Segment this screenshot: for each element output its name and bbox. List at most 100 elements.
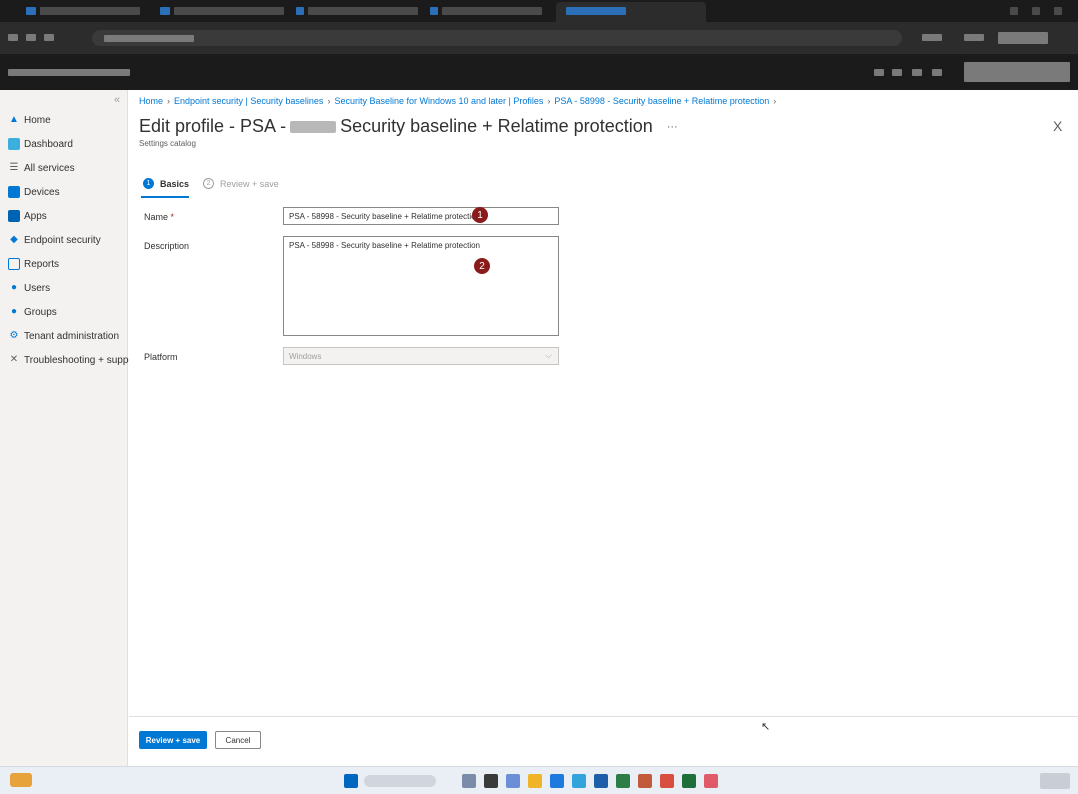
breadcrumb-separator: › (773, 96, 777, 106)
home-icon: ▲ (9, 114, 19, 125)
taskbar-app-icon[interactable] (550, 774, 564, 788)
step-number-basics: 1 (143, 178, 154, 189)
notifications-icon[interactable] (874, 69, 884, 76)
page-title-prefix: Edit profile - PSA - (139, 116, 287, 136)
nav-item-label: Home (24, 114, 51, 126)
browser-address-bar (0, 22, 1078, 54)
breadcrumb-link[interactable]: Security Baseline for Windows 10 and lat… (334, 96, 543, 106)
tab-review-save[interactable]: Review + save (220, 179, 279, 189)
taskbar-app-icon[interactable] (462, 774, 476, 788)
help-icon[interactable] (912, 69, 922, 76)
redacted-text (290, 120, 337, 133)
taskbar-app-icon[interactable] (484, 774, 498, 788)
nav-item-home[interactable]: ▲ Home (8, 110, 51, 130)
nav-item-label: Devices (24, 186, 60, 198)
name-label-text: Name (144, 212, 169, 222)
breadcrumb-separator: › (327, 96, 331, 106)
step-number-review: 2 (203, 178, 215, 189)
url-text (104, 35, 194, 42)
nav-item-troubleshooting[interactable]: ✕ Troubleshooting + support (8, 350, 140, 370)
tab-favicon (160, 7, 170, 15)
profile-button[interactable] (998, 32, 1048, 44)
nav-item-tenant-administration[interactable]: ⚙ Tenant administration (8, 326, 120, 346)
review-save-button[interactable]: Review + save (139, 731, 207, 749)
devices-icon (8, 186, 20, 198)
url-field[interactable] (92, 30, 902, 46)
page-title: Edit profile - PSA - Security baseline +… (139, 116, 678, 137)
nav-item-label: Apps (24, 210, 47, 222)
back-icon[interactable] (8, 34, 18, 41)
nav-item-apps[interactable]: Apps (8, 206, 47, 226)
taskbar-clock[interactable] (1040, 773, 1070, 789)
taskbar-app-icon[interactable] (528, 774, 542, 788)
groups-icon: ● (10, 306, 18, 317)
weather-widget-icon[interactable] (10, 773, 32, 787)
feedback-icon[interactable] (932, 69, 942, 76)
nav-item-label: All services (24, 162, 75, 174)
nav-item-dashboard[interactable]: Dashboard (8, 134, 73, 154)
main-content: Home › Endpoint security | Security baseli… (129, 90, 1078, 766)
description-field[interactable]: PSA - 58998 - Security baseline + Relati… (283, 236, 559, 336)
forward-icon[interactable] (26, 34, 36, 41)
more-options-icon[interactable]: ··· (667, 121, 678, 133)
nav-item-users[interactable]: ● Users (8, 278, 50, 298)
taskbar-app-icon[interactable] (682, 774, 696, 788)
nav-item-all-services[interactable]: ☰ All services (8, 158, 75, 178)
nav-item-reports[interactable]: Reports (8, 254, 59, 274)
close-icon[interactable]: X (1053, 118, 1062, 134)
nav-item-label: Dashboard (24, 138, 73, 150)
breadcrumb-link[interactable]: Endpoint security | Security baselines (174, 96, 323, 106)
taskbar-app-icon[interactable] (572, 774, 586, 788)
maximize-icon[interactable] (1032, 7, 1040, 15)
taskbar-app-icon[interactable] (660, 774, 674, 788)
minimize-icon[interactable] (1010, 7, 1018, 15)
active-step-indicator (141, 196, 189, 198)
tab-favicon (430, 7, 438, 15)
tab-favicon (26, 7, 36, 15)
browser-tab[interactable] (308, 7, 418, 15)
reports-icon (8, 258, 20, 270)
wizard-steps: 1 Basics 2 Review + save (143, 178, 279, 189)
start-icon[interactable] (344, 774, 358, 788)
browser-extension-icon[interactable] (922, 34, 942, 41)
tenant-icon: ⚙ (9, 330, 19, 341)
breadcrumb-link[interactable]: Home (139, 96, 163, 106)
taskbar-app-icon[interactable] (506, 774, 520, 788)
footer-divider (129, 716, 1078, 717)
nav-item-devices[interactable]: Devices (8, 182, 60, 202)
nav-item-groups[interactable]: ● Groups (8, 302, 57, 322)
shield-icon: ◆ (10, 234, 18, 245)
taskbar-app-icon[interactable] (704, 774, 718, 788)
window-close-icon[interactable] (1054, 7, 1062, 15)
taskbar-app-icon[interactable] (638, 774, 652, 788)
breadcrumb-separator: › (547, 96, 551, 106)
browser-tab[interactable] (442, 7, 542, 15)
taskbar-app-icon[interactable] (594, 774, 608, 788)
favorites-icon[interactable] (964, 34, 984, 41)
browser-tab[interactable] (40, 7, 140, 15)
taskbar-app-icon[interactable] (616, 774, 630, 788)
nav-item-label: Tenant administration (24, 330, 120, 342)
tab-favicon (296, 7, 304, 15)
taskbar-search[interactable] (364, 775, 436, 787)
browser-tab[interactable] (174, 7, 284, 15)
account-menu[interactable] (964, 62, 1070, 82)
platform-dropdown[interactable]: Windows ⌵ (283, 347, 559, 365)
tools-icon: ✕ (9, 354, 19, 365)
nav-item-label: Groups (24, 306, 57, 318)
collapse-nav-icon[interactable]: « (114, 94, 120, 106)
name-field[interactable] (283, 207, 559, 225)
settings-icon[interactable] (892, 69, 902, 76)
portal-brand (8, 69, 130, 76)
nav-item-endpoint-security[interactable]: ◆ Endpoint security (8, 230, 101, 250)
platform-value: Windows (289, 352, 322, 361)
refresh-icon[interactable] (44, 34, 54, 41)
breadcrumb: Home › Endpoint security | Security baseli… (139, 96, 780, 106)
active-tab-title (566, 7, 626, 15)
portal-header (0, 54, 1078, 90)
tab-basics[interactable]: Basics (160, 179, 189, 189)
nav-item-label: Users (24, 282, 51, 294)
breadcrumb-link[interactable]: PSA - 58998 - Security baseline + Relati… (554, 96, 769, 106)
cancel-button[interactable]: Cancel (215, 731, 261, 749)
dashboard-icon (8, 138, 20, 150)
